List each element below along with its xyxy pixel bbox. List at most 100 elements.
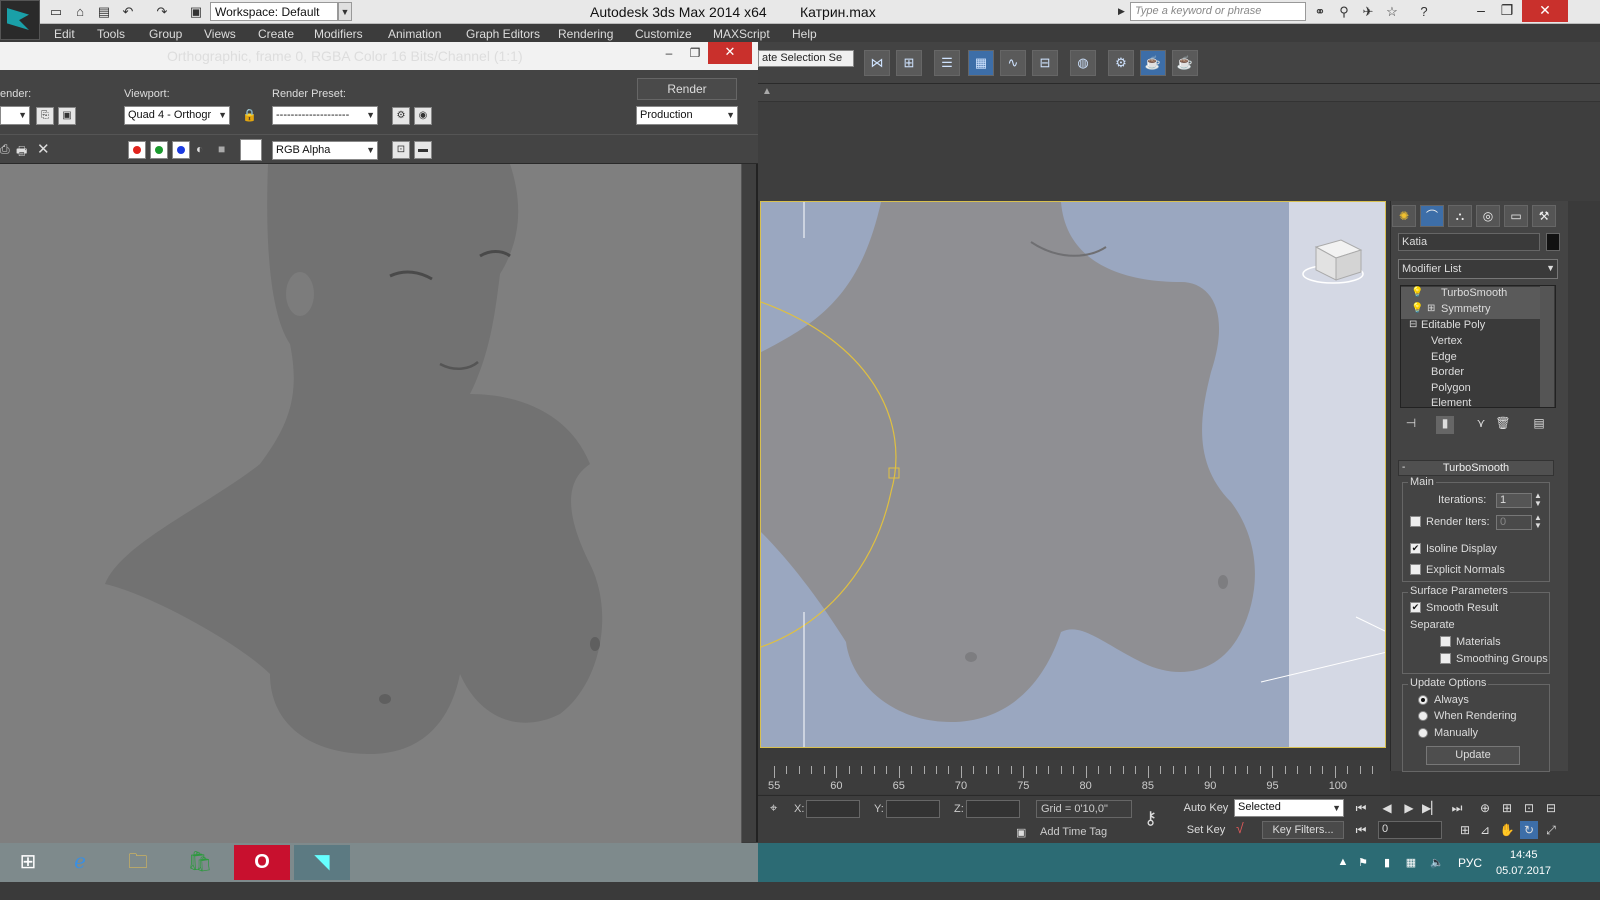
opera-icon[interactable]: O	[234, 845, 290, 880]
update-button[interactable]: Update	[1426, 746, 1520, 765]
menu-edit[interactable]: Edit	[54, 27, 75, 41]
open-file-icon[interactable]: ⌂	[72, 4, 88, 20]
rf-minimize-button[interactable]: –	[658, 44, 680, 64]
field-of-view-icon[interactable]: ⊿	[1476, 821, 1494, 839]
current-frame-field[interactable]: 0	[1378, 821, 1442, 839]
chevron-down-icon[interactable]: ▼	[338, 2, 352, 21]
clock-time[interactable]: 14:45	[1510, 849, 1538, 861]
absolute-mode-icon[interactable]: ⌖	[770, 800, 777, 816]
render-setup-icon[interactable]: ⚙	[1108, 50, 1134, 76]
spinner-arrows-icon[interactable]: ▲ ▼	[1534, 514, 1542, 530]
save-icon[interactable]: ▤	[96, 4, 112, 20]
file-explorer-icon[interactable]: 🗀	[110, 845, 166, 880]
always-radio[interactable]	[1418, 695, 1428, 705]
volume-icon[interactable]: 🔈	[1430, 856, 1444, 870]
edit-region-icon[interactable]: ⎘	[36, 107, 54, 125]
pan-view-icon[interactable]: ✋	[1498, 821, 1516, 839]
set-key-button[interactable]: Set Key	[1182, 821, 1230, 839]
time-configuration-icon[interactable]: ⊞	[1456, 821, 1474, 839]
menu-modifiers[interactable]: Modifiers	[314, 27, 363, 41]
stack-item-editable-poly[interactable]: ⊟ Editable Poly	[1401, 319, 1541, 335]
battery-icon[interactable]: ▮	[1380, 856, 1394, 870]
orbit-icon[interactable]: ↻	[1520, 821, 1538, 839]
layer-manager-icon[interactable]: ☰	[934, 50, 960, 76]
materials-checkbox[interactable]	[1440, 636, 1451, 647]
object-name-field[interactable]: Katia	[1398, 233, 1540, 251]
iterations-spinner[interactable]: 1	[1496, 493, 1532, 508]
key-mode-toggle-icon[interactable]: ⏮	[1352, 821, 1370, 839]
show-end-result-icon[interactable]: ▮	[1436, 416, 1454, 434]
align-icon[interactable]: ⊞	[896, 50, 922, 76]
x-coordinate-field[interactable]	[806, 800, 860, 818]
lightbulb-icon[interactable]: 💡	[1411, 287, 1423, 298]
turbosmooth-rollout-header[interactable]: TurboSmooth	[1398, 460, 1554, 476]
stack-scrollbar[interactable]	[1540, 286, 1554, 407]
material-editor-icon[interactable]: ◍	[1070, 50, 1096, 76]
render-preset-dropdown[interactable]: -------------------- ▼	[272, 106, 378, 125]
zoom-extents-all-icon[interactable]: ⊟	[1542, 799, 1560, 817]
make-unique-icon[interactable]: ⋎	[1472, 416, 1490, 434]
curve-editor-icon[interactable]: ∿	[1000, 50, 1026, 76]
rendered-frame-window-icon[interactable]: ☕	[1140, 50, 1166, 76]
close-button[interactable]: ✕	[1522, 0, 1568, 22]
menu-rendering[interactable]: Rendering	[558, 27, 613, 41]
set-key-icon[interactable]: ⚷	[1144, 808, 1157, 829]
hierarchy-tab-icon[interactable]: ⛬	[1448, 205, 1472, 227]
toggle-ui-overlay-icon[interactable]: ⊡	[392, 141, 410, 159]
toggle-ui-icon[interactable]: ▬	[414, 141, 432, 159]
rf-maximize-button[interactable]: ❐	[684, 44, 706, 64]
menu-help[interactable]: Help	[792, 27, 817, 41]
swatch-color[interactable]	[240, 139, 262, 161]
render-iters-checkbox[interactable]	[1410, 516, 1421, 527]
input-language[interactable]: РУС	[1458, 856, 1482, 870]
remove-modifier-icon[interactable]: 🗑	[1494, 416, 1512, 434]
key-mode-icon[interactable]: √	[1236, 820, 1244, 836]
stack-item-edge[interactable]: Edge	[1401, 351, 1541, 367]
workspace-dropdown[interactable]: Workspace: Default	[210, 2, 338, 21]
auto-region-icon[interactable]: ▣	[58, 107, 76, 125]
search-input[interactable]: Type a keyword or phrase	[1130, 2, 1306, 21]
z-coordinate-field[interactable]	[966, 800, 1020, 818]
area-to-render-dropdown[interactable]: ▼	[0, 106, 30, 125]
print-icon[interactable]: 🖶	[16, 142, 27, 163]
render-setup-icon[interactable]: ⚙	[392, 107, 410, 125]
motion-tab-icon[interactable]: ◎	[1476, 205, 1500, 227]
redo-icon[interactable]: ↷	[154, 4, 170, 20]
save-image-icon[interactable]: ⎙	[0, 142, 10, 157]
when-rendering-radio[interactable]	[1418, 711, 1428, 721]
network-icon[interactable]: ▦	[1404, 856, 1418, 870]
play-icon[interactable]: ▶	[1400, 799, 1418, 817]
auto-key-button[interactable]: Auto Key	[1182, 799, 1230, 817]
scene-explorer-icon[interactable]: ▦	[968, 50, 994, 76]
explicit-normals-checkbox[interactable]	[1410, 564, 1421, 575]
render-button[interactable]: Render	[637, 78, 737, 100]
internet-explorer-icon[interactable]: ℯ	[52, 845, 108, 880]
alpha-channel-icon[interactable]: ◐	[196, 142, 203, 156]
zoom-extents-icon[interactable]: ⊡	[1520, 799, 1538, 817]
favorites-star-icon[interactable]: ☆	[1384, 4, 1400, 20]
undo-icon[interactable]: ↶	[120, 4, 136, 20]
utilities-tab-icon[interactable]: ⚒	[1532, 205, 1556, 227]
render-production-icon[interactable]: ☕	[1172, 50, 1198, 76]
3dsmax-taskbar-icon[interactable]: ◥	[294, 845, 350, 880]
stack-item-border[interactable]: Border	[1401, 366, 1541, 382]
stack-item-polygon[interactable]: Polygon	[1401, 382, 1541, 398]
lock-icon[interactable]: 🔒	[242, 108, 257, 122]
project-folder-icon[interactable]: ▣	[188, 4, 204, 20]
maximize-viewport-icon[interactable]: ⤢	[1542, 821, 1560, 839]
zoom-icon[interactable]: ⊕	[1476, 799, 1494, 817]
expand-plus-icon[interactable]: ⊞	[1427, 303, 1435, 314]
go-to-start-icon[interactable]: ⏮	[1352, 799, 1370, 817]
key-filters-button[interactable]: Key Filters...	[1262, 821, 1344, 839]
manually-radio[interactable]	[1418, 728, 1428, 738]
lightbulb-icon[interactable]: 💡	[1411, 303, 1423, 314]
menu-views[interactable]: Views	[204, 27, 236, 41]
object-color-swatch[interactable]	[1546, 233, 1560, 251]
add-time-tag-button[interactable]: Add Time Tag	[1036, 824, 1132, 842]
lock-selection-icon[interactable]: ▣	[1016, 826, 1026, 839]
menu-graph-editors[interactable]: Graph Editors	[466, 27, 540, 41]
go-to-end-icon[interactable]: ⏭	[1448, 799, 1466, 817]
monochrome-icon[interactable]: ■	[218, 142, 225, 156]
pin-stack-icon[interactable]: ⊣	[1402, 416, 1420, 434]
tray-expand-icon[interactable]: ▲	[1336, 856, 1350, 870]
